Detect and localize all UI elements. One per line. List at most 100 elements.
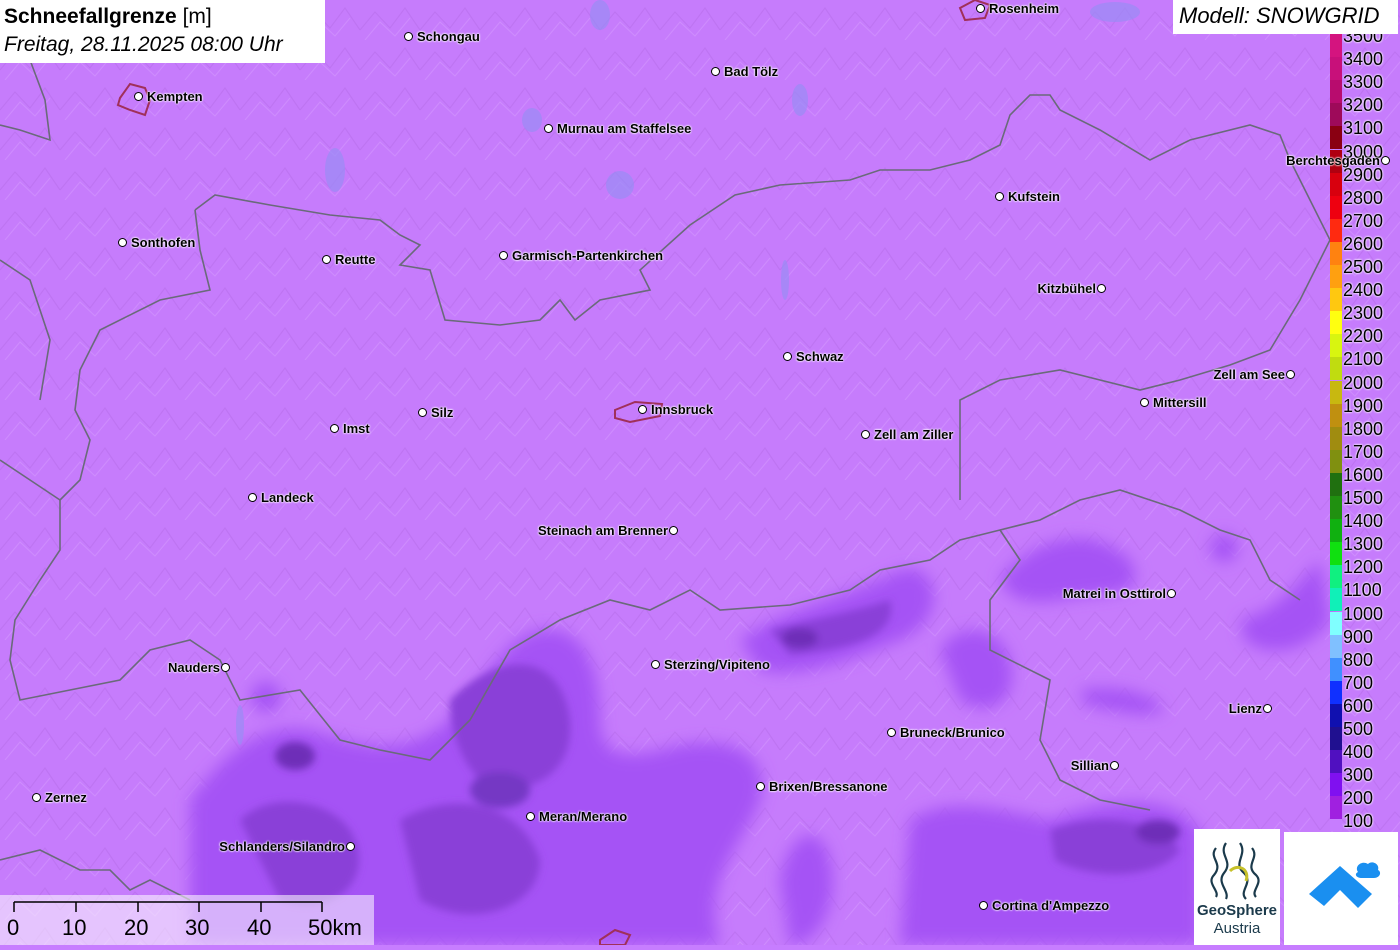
legend-label: 1200 xyxy=(1343,557,1384,578)
legend-label: 1700 xyxy=(1343,441,1384,462)
legend-entry: 1800 xyxy=(1328,416,1400,450)
legend-entry: 700 xyxy=(1328,670,1400,704)
city-label[interactable]: Silz xyxy=(431,405,453,420)
city-marker-icon[interactable] xyxy=(711,67,720,76)
city-marker-icon[interactable] xyxy=(1110,761,1119,770)
city-marker-icon[interactable] xyxy=(32,793,41,802)
city-label[interactable]: Bad Tölz xyxy=(724,64,778,79)
legend-entry: 100 xyxy=(1328,808,1400,831)
city-label[interactable]: Rosenheim xyxy=(989,1,1059,16)
city-label[interactable]: Cortina d'Ampezzo xyxy=(992,898,1109,913)
city-marker-icon[interactable] xyxy=(887,728,896,737)
city-marker-icon[interactable] xyxy=(499,251,508,260)
city-marker-icon[interactable] xyxy=(322,255,331,264)
city-label[interactable]: Berchtesgaden xyxy=(1286,153,1380,168)
city-label[interactable]: Sonthofen xyxy=(131,235,195,250)
city-marker-icon[interactable] xyxy=(418,408,427,417)
scale-label: 30 xyxy=(185,915,210,940)
city-marker-icon[interactable] xyxy=(669,526,678,535)
parameter-unit: [m] xyxy=(182,5,212,28)
city-label[interactable]: Lienz xyxy=(1229,701,1262,716)
legend-label: 1900 xyxy=(1343,395,1384,416)
city-label[interactable]: Brixen/Bressanone xyxy=(769,779,888,794)
city-label[interactable]: Reutte xyxy=(335,252,375,267)
city-label[interactable]: Landeck xyxy=(261,490,314,505)
city-label[interactable]: Schwaz xyxy=(796,349,844,364)
legend-label: 2700 xyxy=(1343,210,1384,231)
geosphere-logo-text: GeoSphere xyxy=(1196,902,1278,919)
legend-entry: 2300 xyxy=(1328,300,1400,335)
legend-entry: 1400 xyxy=(1328,508,1400,543)
city-marker-icon[interactable] xyxy=(346,842,355,851)
parameter-name: Schneefallgrenze xyxy=(4,5,177,28)
legend-label: 2500 xyxy=(1343,257,1384,277)
legend-label: 400 xyxy=(1343,742,1374,763)
city-label[interactable]: Zell am Ziller xyxy=(874,427,953,442)
city-marker-icon[interactable] xyxy=(1097,284,1106,293)
legend-label: 1500 xyxy=(1343,488,1384,508)
city-label[interactable]: Meran/Merano xyxy=(539,809,627,824)
legend-entry: 2700 xyxy=(1328,208,1400,242)
city-marker-icon[interactable] xyxy=(783,352,792,361)
scale-bar: 0 10 20 30 40 50km xyxy=(0,895,374,945)
legend-label: 2800 xyxy=(1343,187,1384,208)
city-marker-icon[interactable] xyxy=(1140,398,1149,407)
legend-entry: 900 xyxy=(1328,624,1400,658)
legend-entry: 500 xyxy=(1328,716,1400,750)
city-marker-icon[interactable] xyxy=(544,124,553,133)
city-label[interactable]: Nauders xyxy=(168,660,220,675)
legend-entry: 2000 xyxy=(1328,370,1400,404)
geosphere-logo[interactable]: GeoSphere Austria xyxy=(1194,829,1280,945)
city-marker-icon[interactable] xyxy=(221,663,230,672)
city-marker-icon[interactable] xyxy=(861,430,870,439)
legend-entry: 1100 xyxy=(1328,577,1400,612)
city-label[interactable]: Bruneck/Brunico xyxy=(900,725,1005,740)
city-marker-icon[interactable] xyxy=(526,812,535,821)
city-marker-icon[interactable] xyxy=(1167,589,1176,598)
legend-label: 2400 xyxy=(1343,280,1384,301)
city-marker-icon[interactable] xyxy=(976,4,985,13)
city-marker-icon[interactable] xyxy=(756,782,765,791)
city-label[interactable]: Kitzbühel xyxy=(1038,281,1097,296)
city-label[interactable]: Mittersill xyxy=(1153,395,1206,410)
city-marker-icon[interactable] xyxy=(638,405,647,414)
city-marker-icon[interactable] xyxy=(134,92,143,101)
city-marker-icon[interactable] xyxy=(979,901,988,910)
city-label[interactable]: Schongau xyxy=(417,29,480,44)
city-label[interactable]: Matrei in Osttirol xyxy=(1063,586,1166,601)
legend-entry: 3300 xyxy=(1328,69,1400,104)
legend-entry: 2600 xyxy=(1328,231,1400,265)
city-label[interactable]: Kempten xyxy=(147,89,203,104)
legend-label: 1600 xyxy=(1343,464,1384,485)
city-label[interactable]: Imst xyxy=(343,421,370,436)
city-marker-icon[interactable] xyxy=(1381,156,1390,165)
city-marker-icon[interactable] xyxy=(995,192,1004,201)
city-label[interactable]: Sterzing/Vipiteno xyxy=(664,657,770,672)
city-label[interactable]: Steinach am Brenner xyxy=(538,523,668,538)
legend-label: 2300 xyxy=(1343,303,1384,324)
city-marker-icon[interactable] xyxy=(1263,704,1272,713)
city-label[interactable]: Innsbruck xyxy=(651,402,713,417)
legend-swatch xyxy=(1330,819,1342,831)
legend-label: 1000 xyxy=(1343,603,1384,624)
city-label[interactable]: Schlanders/Silandro xyxy=(219,839,345,854)
scale-label: 20 xyxy=(124,915,149,940)
app-logo[interactable] xyxy=(1284,832,1398,945)
city-marker-icon[interactable] xyxy=(248,493,257,502)
city-label[interactable]: Kufstein xyxy=(1008,189,1060,204)
legend-label: 2100 xyxy=(1343,349,1384,370)
legend-label: 600 xyxy=(1343,695,1374,716)
city-label[interactable]: Garmisch-Partenkirchen xyxy=(512,248,663,263)
legend-label: 2000 xyxy=(1343,372,1384,393)
city-label[interactable]: Sillian xyxy=(1071,758,1109,773)
city-marker-icon[interactable] xyxy=(330,424,339,433)
mountain-cloud-icon xyxy=(1309,862,1381,908)
legend-entry: 400 xyxy=(1328,739,1400,774)
city-marker-icon[interactable] xyxy=(404,32,413,41)
city-marker-icon[interactable] xyxy=(651,660,660,669)
city-label[interactable]: Murnau am Staffelsee xyxy=(557,121,691,136)
city-label[interactable]: Zernez xyxy=(45,790,87,805)
city-marker-icon[interactable] xyxy=(1286,370,1295,379)
city-marker-icon[interactable] xyxy=(118,238,127,247)
city-label[interactable]: Zell am See xyxy=(1213,367,1285,382)
